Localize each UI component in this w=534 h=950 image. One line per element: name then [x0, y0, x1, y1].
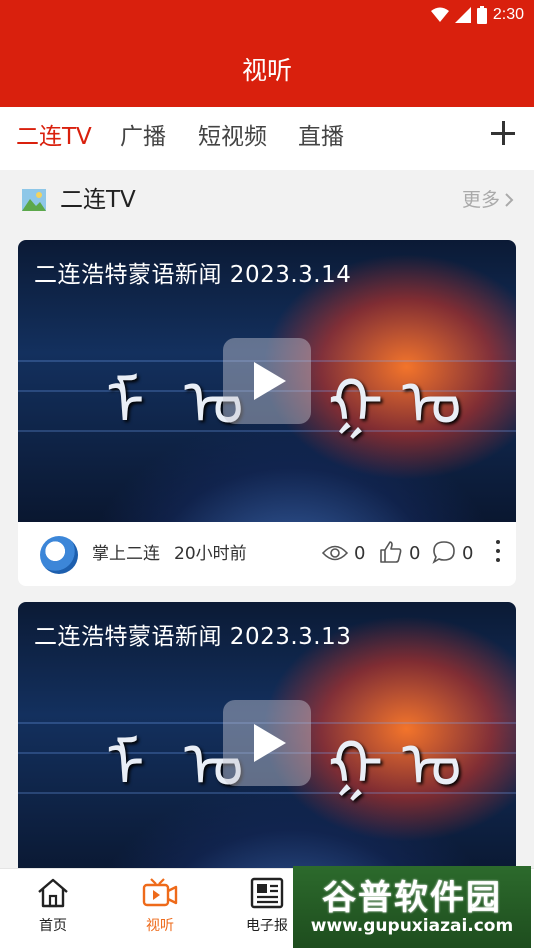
eye-icon: [322, 545, 348, 561]
section-title: 二连TV: [60, 187, 136, 213]
nav-video-label: 视听: [146, 918, 174, 934]
tab-live[interactable]: 直播: [298, 121, 344, 153]
tab-short-video[interactable]: 短视频: [198, 121, 267, 153]
more-options-icon[interactable]: [496, 540, 500, 566]
mongolian-script-graphic: ᠭ: [328, 729, 384, 803]
publish-time: 20小时前: [174, 544, 247, 564]
nav-home[interactable]: 首页: [18, 877, 88, 935]
thumbs-up-icon[interactable]: [379, 540, 403, 564]
video-icon: [142, 878, 178, 907]
more-link[interactable]: 更多: [462, 187, 514, 213]
signal-icon: [454, 7, 471, 23]
mongolian-script-graphic: ᠮ: [106, 367, 145, 441]
tab-erlian-tv[interactable]: 二连TV: [16, 121, 92, 153]
view-count: 0: [354, 543, 366, 564]
tab-radio[interactable]: 广播: [120, 121, 166, 153]
video-title: 二连浩特蒙语新闻 2023.3.13: [34, 624, 352, 650]
mongolian-script-graphic: ᠤ: [402, 729, 462, 803]
video-card[interactable]: ᠮ ᠣ ᠭ ᠤ 二连浩特蒙语新闻 2023.3.14 掌上二连 20小时前 0 …: [18, 240, 516, 586]
video-thumbnail[interactable]: ᠮ ᠣ ᠭ ᠤ 二连浩特蒙语新闻 2023.3.14: [18, 240, 516, 522]
video-card[interactable]: ᠮ ᠣ ᠭ ᠤ 二连浩特蒙语新闻 2023.3.13: [18, 602, 516, 882]
mongolian-script-graphic: ᠤ: [402, 367, 462, 441]
nav-home-label: 首页: [39, 918, 67, 934]
status-bar: 2:30: [430, 4, 524, 26]
add-tab-icon[interactable]: [490, 119, 516, 145]
app-header: 2:30 视听: [0, 0, 534, 107]
chevron-right-icon: [505, 193, 514, 207]
home-icon: [38, 878, 68, 908]
play-button[interactable]: [223, 700, 311, 786]
nav-newspaper[interactable]: 电子报: [232, 877, 302, 935]
mongolian-script-graphic: ᠭ: [328, 367, 384, 441]
nav-video[interactable]: 视听: [125, 877, 195, 935]
nav-newspaper-label: 电子报: [246, 918, 288, 934]
image-icon: [22, 189, 46, 211]
page-title: 视听: [241, 56, 292, 85]
wifi-icon: [430, 7, 449, 22]
more-label: 更多: [461, 189, 500, 211]
watermark-url: www.gupuxiazai.com: [310, 916, 514, 936]
section-header: 二连TV 更多: [0, 170, 534, 230]
video-thumbnail[interactable]: ᠮ ᠣ ᠭ ᠤ 二连浩特蒙语新闻 2023.3.13: [18, 602, 516, 882]
mongolian-script-graphic: ᠮ: [106, 729, 145, 803]
newspaper-icon: [250, 877, 284, 909]
source-avatar: [40, 536, 78, 574]
watermark-title: 谷普软件园: [322, 878, 502, 918]
video-meta: 掌上二连 20小时前 0 0 0: [18, 522, 516, 586]
watermark-logo: 谷普软件园 www.gupuxiazai.com: [293, 866, 531, 948]
play-button[interactable]: [223, 338, 311, 424]
like-count: 0: [409, 543, 421, 564]
battery-icon: [476, 6, 487, 24]
source-name: 掌上二连: [92, 544, 160, 564]
video-title: 二连浩特蒙语新闻 2023.3.14: [34, 262, 352, 288]
comment-icon[interactable]: [432, 540, 456, 564]
comment-count: 0: [462, 543, 474, 564]
status-time: 2:30: [492, 6, 524, 23]
category-tabs: 二连TV 广播 短视频 直播: [0, 107, 534, 170]
